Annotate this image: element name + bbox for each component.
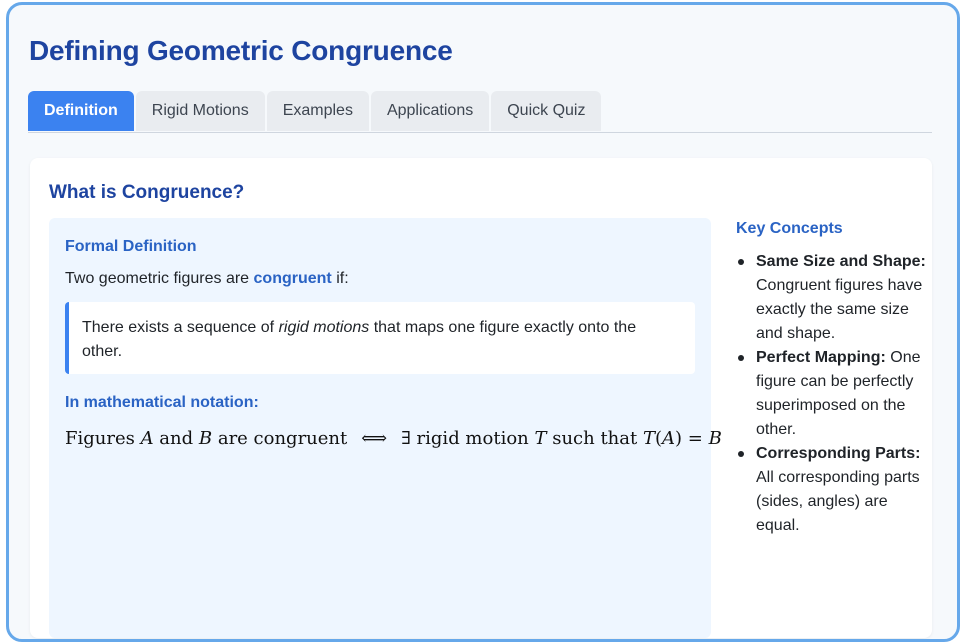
app-frame: Defining Geometric Congruence Definition…	[6, 2, 960, 642]
formula-text: rigid motion	[410, 428, 535, 449]
page-title: Defining Geometric Congruence	[29, 35, 453, 66]
equals-symbol: =	[682, 428, 709, 449]
list-item: Corresponding Parts: All corresponding p…	[736, 442, 926, 538]
iff-symbol: ⟺	[361, 428, 388, 449]
list-item: Perfect Mapping: One figure can be perfe…	[736, 346, 926, 442]
tab-rigid-motions[interactable]: Rigid Motions	[135, 91, 265, 131]
formula-var-t: T	[642, 428, 655, 449]
intro-text: Two geometric figures are	[65, 270, 254, 287]
tab-quick-quiz[interactable]: Quick Quiz	[491, 91, 602, 131]
formula-var-b: B	[708, 428, 722, 449]
notation-label: In mathematical notation:	[65, 394, 259, 411]
tab-bar: Definition Rigid Motions Examples Applic…	[28, 91, 932, 133]
intro-suffix: if:	[331, 270, 349, 287]
section-title: What is Congruence?	[49, 182, 245, 203]
key-concepts-list: Same Size and Shape: Congruent figures h…	[736, 250, 926, 538]
concept-description: All corresponding parts (sides, angles) …	[756, 469, 920, 534]
formal-definition-heading: Formal Definition	[65, 238, 197, 255]
tab-definition[interactable]: Definition	[28, 91, 134, 131]
formula-text: Figures	[65, 428, 141, 449]
concept-term: Same Size and Shape:	[756, 253, 926, 270]
formula-var-a: A	[140, 428, 154, 449]
formula-text: such that	[546, 428, 643, 449]
formula-var-a: A	[662, 428, 676, 449]
rigid-motions-emphasis: rigid motions	[278, 319, 370, 336]
key-concepts-panel: Key Concepts Same Size and Shape: Congru…	[736, 220, 926, 538]
concept-description: Congruent figures have exactly the same …	[756, 277, 923, 342]
definition-box: Formal Definition Two geometric figures …	[49, 218, 722, 638]
definition-intro: Two geometric figures are congruent if:	[65, 270, 349, 288]
key-concepts-title: Key Concepts	[736, 220, 843, 237]
list-item: Same Size and Shape: Congruent figures h…	[736, 250, 926, 346]
tab-applications[interactable]: Applications	[370, 91, 490, 131]
definition-quote: There exists a sequence of rigid motions…	[65, 302, 695, 374]
formula-text: and	[153, 428, 199, 449]
formula-text: are congruent	[212, 428, 348, 449]
congruent-keyword: congruent	[253, 270, 332, 287]
exists-symbol: ∃	[401, 428, 411, 449]
concept-term: Corresponding Parts:	[756, 445, 921, 462]
tab-examples[interactable]: Examples	[266, 91, 369, 131]
content-card: What is Congruence? Formal Definition Tw…	[30, 158, 932, 638]
congruence-formula: Figures A and B are congruent ⟺ ∃ rigid mo…	[65, 428, 722, 449]
formula-var-t: T	[534, 428, 547, 449]
quote-text: There exists a sequence of	[82, 319, 279, 336]
formula-paren: )	[675, 428, 683, 449]
formula-var-b: B	[198, 428, 213, 449]
formula-paren: (	[654, 428, 663, 449]
concept-term: Perfect Mapping:	[756, 349, 886, 366]
